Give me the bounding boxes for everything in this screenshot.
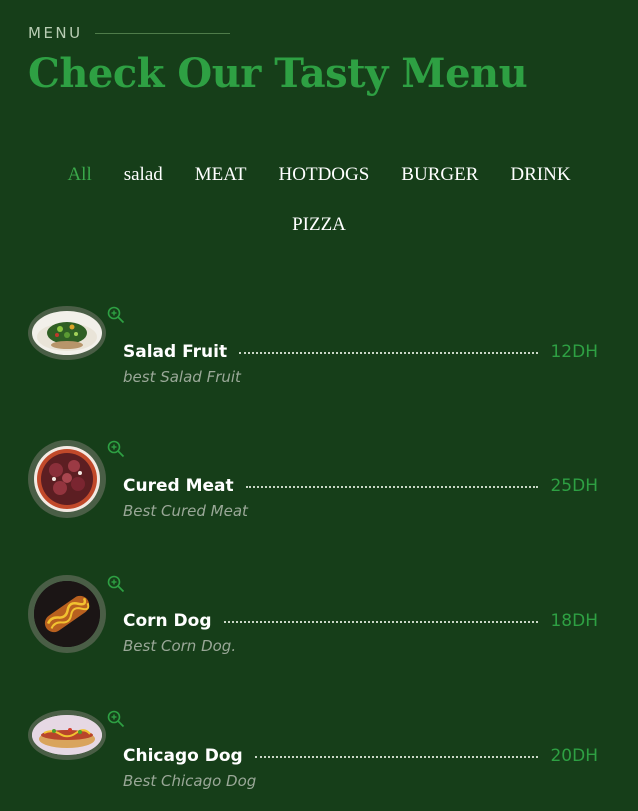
item-name: Chicago Dog: [123, 746, 243, 766]
item-description: Best Chicago Dog: [123, 772, 257, 790]
page-title: Check Our Tasty Menu: [28, 50, 528, 97]
section-label-divider: [94, 32, 230, 34]
item-name: Cured Meat: [123, 476, 234, 496]
menu-item: Chicago Dog 20DH Best Chicago Dog: [28, 710, 598, 790]
dotted-leader: [223, 621, 539, 623]
item-description: best Salad Fruit: [123, 368, 241, 386]
filter-meat[interactable]: MEAT: [195, 164, 247, 186]
menu-filters: All salad MEAT HOTDOGS BURGER DRINK PIZZ…: [0, 150, 638, 250]
section-label-text: MENU: [28, 24, 83, 42]
item-price: 18DH: [550, 611, 598, 631]
chicago-dog-image: [32, 715, 102, 755]
corn-dog-image: [34, 581, 100, 647]
item-price: 20DH: [550, 746, 598, 766]
dotted-leader: [245, 486, 539, 488]
item-description: Best Corn Dog.: [123, 637, 237, 655]
item-thumbnail[interactable]: [28, 710, 106, 760]
zoom-in-icon[interactable]: [107, 440, 125, 458]
section-label: MENU: [28, 24, 230, 42]
item-name-row: Cured Meat 25DH: [123, 476, 598, 496]
filter-pizza[interactable]: PIZZA: [292, 214, 346, 236]
menu-item: Corn Dog 18DH Best Corn Dog.: [28, 575, 598, 655]
filter-hotdogs[interactable]: HOTDOGS: [279, 164, 370, 186]
dotted-leader: [239, 352, 539, 354]
filter-burger[interactable]: BURGER: [401, 164, 478, 186]
item-description: Best Cured Meat: [123, 502, 248, 520]
item-thumbnail[interactable]: [28, 440, 106, 518]
zoom-in-icon[interactable]: [107, 575, 125, 593]
filter-drink[interactable]: DRINK: [510, 164, 570, 186]
dotted-leader: [254, 756, 539, 758]
zoom-in-icon[interactable]: [107, 306, 125, 324]
item-price: 12DH: [550, 342, 598, 362]
salad-bowl-image: [37, 322, 97, 351]
menu-item: Cured Meat 25DH Best Cured Meat: [28, 440, 598, 520]
item-thumbnail[interactable]: [28, 575, 106, 653]
item-name: Salad Fruit: [123, 342, 228, 362]
menu-item: Salad Fruit 12DH best Salad Fruit: [28, 306, 598, 386]
filter-row-1: All salad MEAT HOTDOGS BURGER DRINK: [0, 150, 638, 200]
filter-row-2: PIZZA: [0, 200, 638, 250]
item-name-row: Salad Fruit 12DH: [123, 342, 598, 362]
item-name: Corn Dog: [123, 611, 212, 631]
filter-all[interactable]: All: [67, 164, 91, 186]
item-thumbnail[interactable]: [28, 306, 106, 360]
item-name-row: Corn Dog 18DH: [123, 611, 598, 631]
cured-meat-image: [37, 449, 97, 509]
item-price: 25DH: [550, 476, 598, 496]
zoom-in-icon[interactable]: [107, 710, 125, 728]
item-name-row: Chicago Dog 20DH: [123, 746, 598, 766]
filter-salad[interactable]: salad: [124, 164, 163, 186]
